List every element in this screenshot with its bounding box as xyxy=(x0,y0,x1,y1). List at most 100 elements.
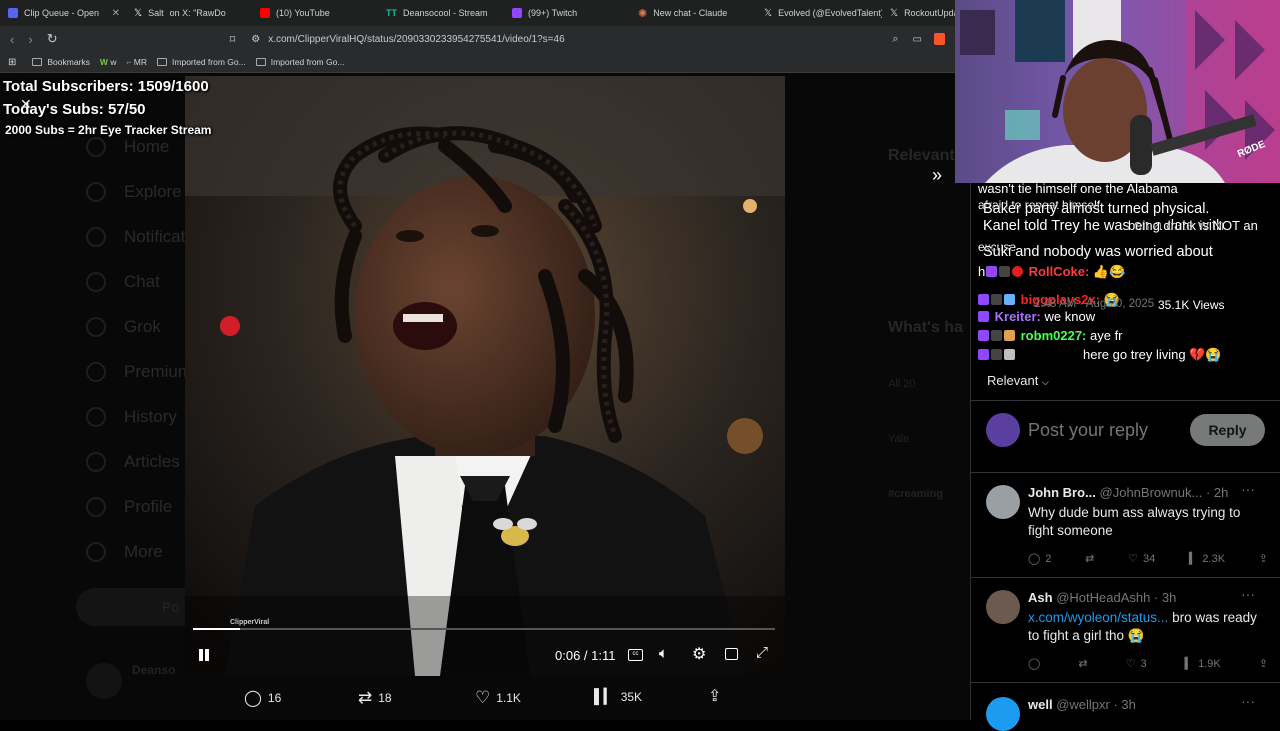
volume-icon[interactable]: 🔈︎ xyxy=(659,645,668,662)
browser-tab[interactable]: TT Deansocool - Stream xyxy=(378,0,504,26)
reply-bubble-icon: ◯ xyxy=(244,690,262,707)
reply-header: John Bro... @JohnBrownuk... · 2h xyxy=(1028,485,1228,500)
tab-label: on X: "RawDo xyxy=(169,8,226,18)
close-tab-icon[interactable]: ✕ xyxy=(112,8,120,19)
browser-tab[interactable]: ✺ New chat - Claude xyxy=(630,0,756,26)
chat-username[interactable]: RollCoke: xyxy=(1029,264,1090,279)
list-item[interactable]: well @wellpxr · 3h ··· xyxy=(971,682,1280,731)
list-item[interactable]: Ash @HotHeadAshh · 3h ··· x.com/wyoleon/… xyxy=(971,577,1280,682)
premium-icon xyxy=(86,362,106,382)
share-action[interactable]: ⇪ xyxy=(1259,552,1268,565)
fullscreen-icon[interactable]: ⤢ xyxy=(756,644,768,661)
sidebar-item-articles: Articles xyxy=(86,452,180,472)
chat-message: RollCoke: 👍😂 xyxy=(978,264,1125,280)
reply-handle: @HotHeadAshh xyxy=(1056,590,1151,605)
browser-tab[interactable]: 𝕏 Salt on X: "RawDo xyxy=(126,0,252,26)
captions-icon[interactable]: cc xyxy=(628,649,643,661)
reply-handle: @JohnBrownuk... xyxy=(1099,485,1203,500)
webcam-feed xyxy=(955,0,1280,183)
like-count-button[interactable]: ♡ 1.1K xyxy=(475,688,521,708)
url-field[interactable]: x.com/ClipperViralHQ/status/209033023395… xyxy=(268,34,564,45)
chat-message: here go trey living 💔😭 xyxy=(978,347,1222,363)
sort-dropdown[interactable]: Relevant ⌵ xyxy=(987,373,1049,388)
brave-shield-icon[interactable] xyxy=(934,33,945,45)
chat-message: Kreiter: we know xyxy=(978,309,1095,324)
reply-action[interactable]: ◯ 2 xyxy=(1028,552,1051,566)
stream-chat-overlay: wasn't tie himself one the Alabama afrai… xyxy=(978,180,1268,365)
like-action[interactable]: ♡ 3 xyxy=(1126,657,1147,671)
relevant-heading-dimmed: Relevant xyxy=(888,147,955,164)
post-reply-input[interactable]: Post your reply xyxy=(1028,420,1148,441)
expand-panel-chevron-icon[interactable]: » xyxy=(932,165,942,186)
views-count: 1.9K xyxy=(1198,657,1221,670)
chat-username[interactable]: Kreiter: xyxy=(995,309,1041,324)
views-count-button[interactable]: ▌▎ 35K xyxy=(594,688,642,705)
reply-link[interactable]: x.com/wyoleon/status... xyxy=(1028,610,1168,625)
bookmark-label: MR xyxy=(133,57,148,67)
back-arrow-icon[interactable]: ‹ xyxy=(10,32,14,47)
bookmark-label: Bookmarks xyxy=(47,57,90,67)
home-icon xyxy=(86,137,106,157)
subscriber-badge-icon xyxy=(978,330,989,341)
share-action[interactable]: ⇪ xyxy=(1259,657,1268,670)
repost-count-button[interactable]: ⇄ 18 xyxy=(358,688,392,708)
views-count: 2.3K xyxy=(1202,552,1226,565)
prime-badge-icon xyxy=(999,266,1010,277)
close-icon[interactable]: ✕ xyxy=(20,96,32,113)
sidebar-item-label: History xyxy=(124,407,177,426)
reply-action[interactable]: ◯ xyxy=(1028,657,1040,670)
tab-label: Salt xyxy=(148,8,164,18)
bookmark-folder-1[interactable]: Imported from Go... xyxy=(157,57,246,67)
views-action[interactable]: ▍ 1.9K xyxy=(1185,657,1221,671)
bits-badge-icon xyxy=(1004,330,1015,341)
video-progress-track[interactable] xyxy=(193,628,775,630)
prime-badge-icon xyxy=(991,330,1002,341)
heart-icon: ♡ xyxy=(1128,553,1138,565)
chat-username[interactable]: robm0227: xyxy=(1021,328,1087,343)
subscriber-badge-icon xyxy=(978,311,989,322)
history-icon xyxy=(86,407,106,427)
reply-author-name[interactable]: Ash xyxy=(1028,590,1053,605)
forward-arrow-icon[interactable]: › xyxy=(28,32,32,47)
more-options-icon[interactable]: ··· xyxy=(1241,693,1255,709)
x-favicon-icon: 𝕏 xyxy=(134,7,143,19)
reply-button[interactable]: Reply xyxy=(1190,414,1265,446)
more-options-icon[interactable]: ··· xyxy=(1241,481,1255,497)
like-action[interactable]: ♡ 34 xyxy=(1128,552,1155,566)
list-item[interactable]: John Bro... @JohnBrownuk... · 2h ··· Why… xyxy=(971,472,1280,577)
bookmark-w[interactable]: W w xyxy=(100,57,117,67)
reply-author-name[interactable]: John Bro... xyxy=(1028,485,1096,500)
share-icon[interactable]: ⇪ xyxy=(708,686,721,706)
pip-icon[interactable] xyxy=(725,648,738,660)
cast-icon[interactable]: ▭ xyxy=(913,34,922,45)
reload-icon[interactable]: ↻ xyxy=(47,31,58,47)
bookmark-folder-2[interactable]: Imported from Go... xyxy=(255,57,344,67)
bookmarks-link[interactable]: Bookmarks xyxy=(32,57,90,67)
sidebar-item-label: Articles xyxy=(124,452,180,471)
claude-favicon-icon: ✺ xyxy=(638,7,648,20)
avatar xyxy=(986,413,1020,447)
gift-badge-icon xyxy=(1004,294,1015,305)
browser-tab[interactable]: (99+) Twitch xyxy=(504,0,630,26)
reply-handle: @wellpxr xyxy=(1056,697,1110,712)
repost-action[interactable]: ⇄ xyxy=(1085,552,1094,565)
reply-count-button[interactable]: ◯ 16 xyxy=(244,688,281,708)
zoom-icon[interactable]: ⌕ xyxy=(892,33,898,46)
more-options-icon[interactable]: ··· xyxy=(1241,586,1255,602)
pause-icon[interactable] xyxy=(197,647,211,663)
views-action[interactable]: ▍ 2.3K xyxy=(1189,552,1226,566)
site-info-icon[interactable]: ⚙ xyxy=(251,34,260,45)
bookmark-star-icon[interactable]: ⌑ xyxy=(230,33,236,46)
browser-tab[interactable]: Clip Queue - Open ✕ xyxy=(0,0,126,26)
bookmark-mr[interactable]: ⌐ MR xyxy=(126,57,147,67)
streamelements-favicon-icon: TT xyxy=(386,8,397,18)
video-player[interactable]: ClipperViral 0:06 / 1:11 cc 🔈︎ ⚙ ⤢ xyxy=(185,76,785,676)
browser-tab[interactable]: (10) YouTube xyxy=(252,0,378,26)
apps-grid-icon[interactable]: ⊞ xyxy=(8,57,16,68)
clip-queue-favicon-icon xyxy=(8,8,18,18)
repost-action[interactable]: ⇄ xyxy=(1078,657,1087,670)
subscriber-badge-icon xyxy=(978,294,989,305)
reply-author-name[interactable]: well xyxy=(1028,697,1053,712)
browser-tab[interactable]: 𝕏 Evolved (@EvolvedTalent) xyxy=(756,0,882,26)
settings-gear-icon[interactable]: ⚙ xyxy=(692,644,706,664)
